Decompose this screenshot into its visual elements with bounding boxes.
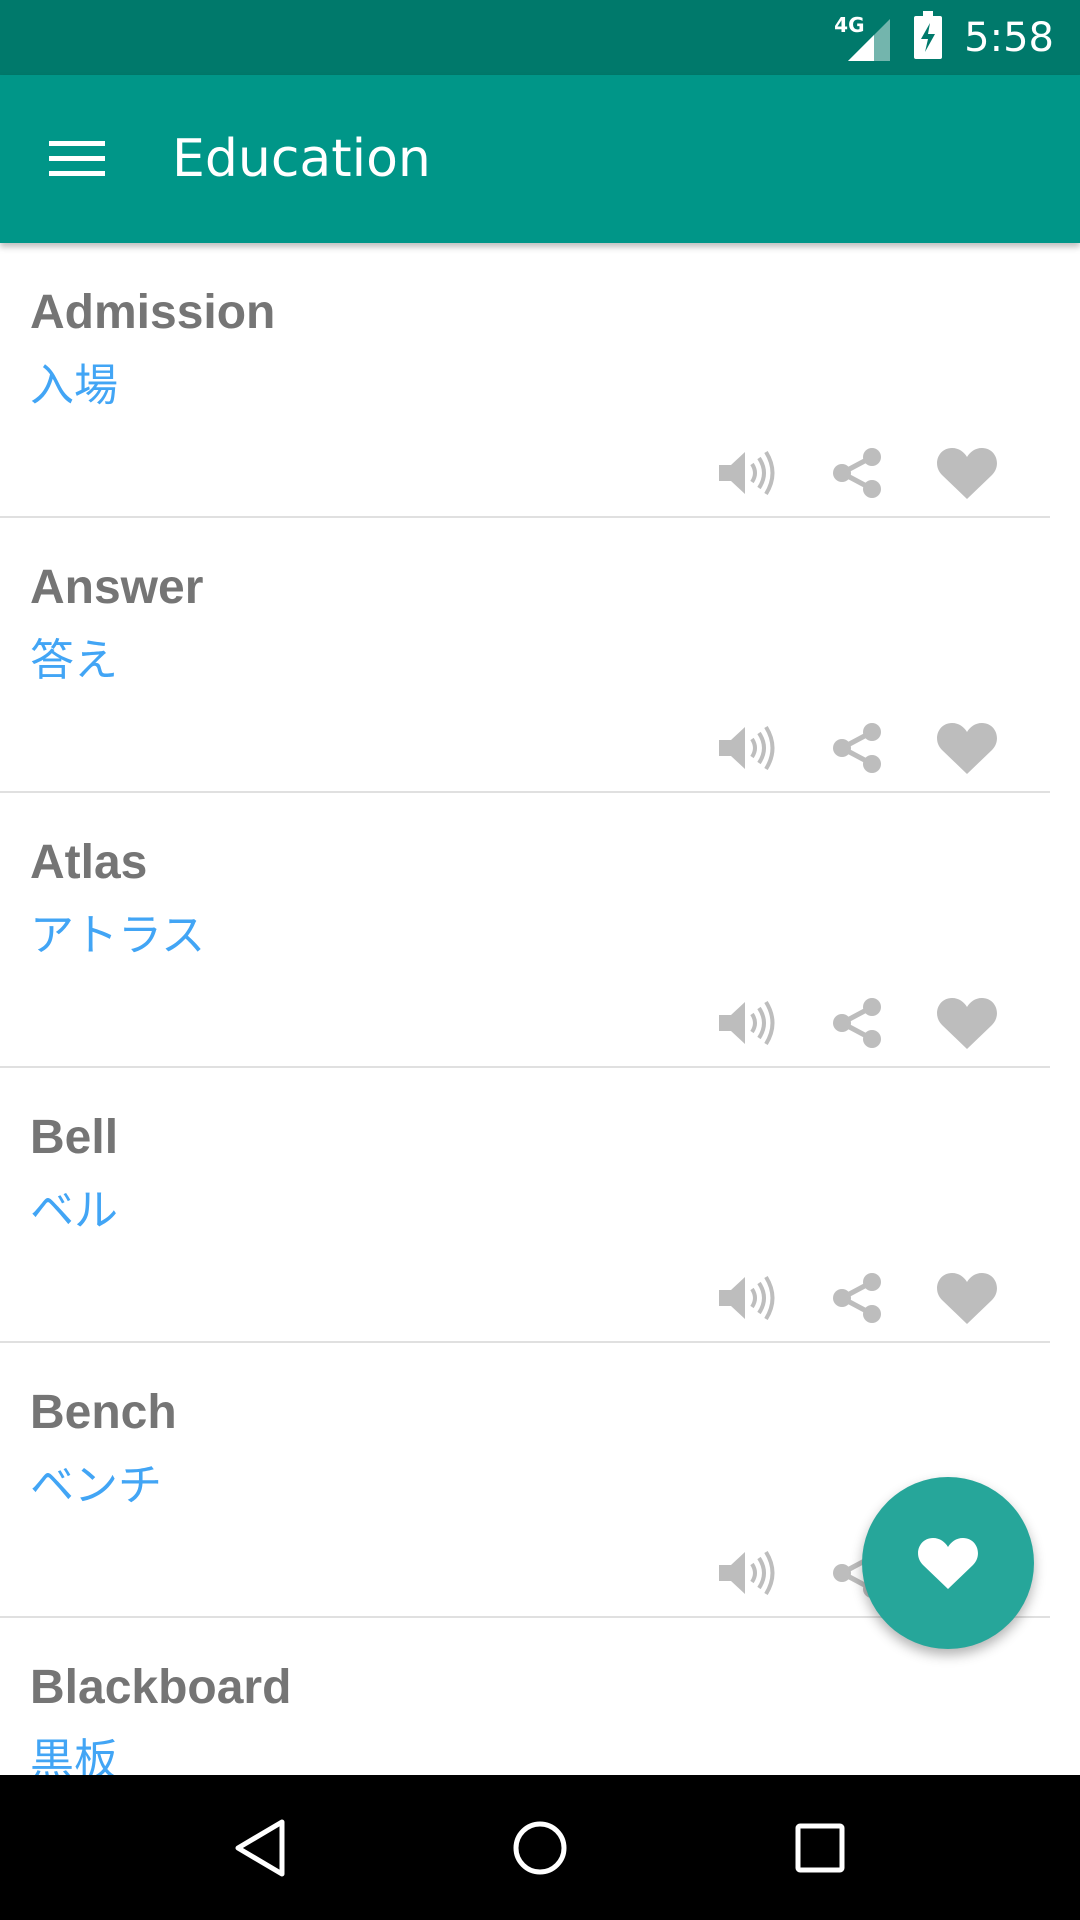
signal-icon: 4G <box>834 12 891 61</box>
speaker-icon <box>719 1000 775 1046</box>
share-icon <box>833 448 881 498</box>
card-actions <box>680 988 1010 1058</box>
list-item[interactable]: Answer 答え <box>0 518 1050 793</box>
word-english: Admission <box>30 286 276 339</box>
word-english: Blackboard <box>30 1661 292 1714</box>
share-icon <box>833 998 881 1048</box>
speaker-icon <box>719 1550 775 1596</box>
status-bar: 4G 5:58 <box>0 0 1080 75</box>
favorite-button[interactable] <box>924 988 1010 1058</box>
speak-button[interactable] <box>704 1538 790 1608</box>
speak-button[interactable] <box>704 438 790 508</box>
favorites-fab[interactable] <box>862 1477 1034 1649</box>
word-japanese: ベンチ <box>30 1460 162 1511</box>
share-icon <box>833 723 881 773</box>
word-english: Atlas <box>30 836 148 889</box>
list-item[interactable]: Bell ベル <box>0 1068 1050 1343</box>
recents-button[interactable] <box>765 1793 875 1903</box>
list-item[interactable]: Atlas アトラス <box>0 793 1050 1068</box>
speaker-icon <box>719 1275 775 1321</box>
word-english: Answer <box>30 561 204 614</box>
speak-button[interactable] <box>704 988 790 1058</box>
word-english: Bench <box>30 1386 177 1439</box>
battery-charging-icon <box>914 11 943 64</box>
share-button[interactable] <box>814 438 900 508</box>
menu-button[interactable] <box>38 120 116 198</box>
word-english: Bell <box>30 1111 119 1164</box>
card-actions <box>680 438 1010 508</box>
app-bar: Education <box>0 75 1080 243</box>
word-japanese: ベル <box>30 1185 118 1236</box>
status-time: 5:58 <box>964 14 1054 61</box>
list-item[interactable]: Admission 入場 <box>0 243 1050 518</box>
favorite-button[interactable] <box>924 1263 1010 1333</box>
heart-icon <box>937 1273 997 1324</box>
card-actions <box>680 1263 1010 1333</box>
word-japanese: 答え <box>30 635 118 686</box>
back-button[interactable] <box>205 1793 315 1903</box>
back-triangle-icon <box>235 1819 285 1876</box>
card-actions <box>680 713 1010 783</box>
speak-button[interactable] <box>704 713 790 783</box>
hamburger-menu-icon <box>49 141 105 176</box>
share-button[interactable] <box>814 988 900 1058</box>
home-button[interactable] <box>485 1793 595 1903</box>
share-button[interactable] <box>814 1263 900 1333</box>
share-icon <box>833 1273 881 1323</box>
recents-square-icon <box>795 1823 845 1872</box>
home-circle-icon <box>513 1821 567 1874</box>
speak-button[interactable] <box>704 1263 790 1333</box>
network-type-label: 4G <box>834 12 865 37</box>
favorite-button[interactable] <box>924 713 1010 783</box>
word-japanese: 入場 <box>30 360 118 411</box>
heart-icon <box>937 998 997 1049</box>
word-japanese: アトラス <box>30 910 206 961</box>
heart-icon <box>918 1538 978 1589</box>
word-japanese: 黒板 <box>30 1735 118 1775</box>
heart-icon <box>937 723 997 774</box>
list-item[interactable]: Blackboard 黒板 <box>0 1618 1050 1775</box>
system-nav-bar <box>0 1775 1080 1920</box>
share-button[interactable] <box>814 713 900 783</box>
heart-icon <box>937 448 997 499</box>
speaker-icon <box>719 450 775 496</box>
page-title: Education <box>172 129 431 189</box>
favorite-button[interactable] <box>924 438 1010 508</box>
speaker-icon <box>719 725 775 771</box>
